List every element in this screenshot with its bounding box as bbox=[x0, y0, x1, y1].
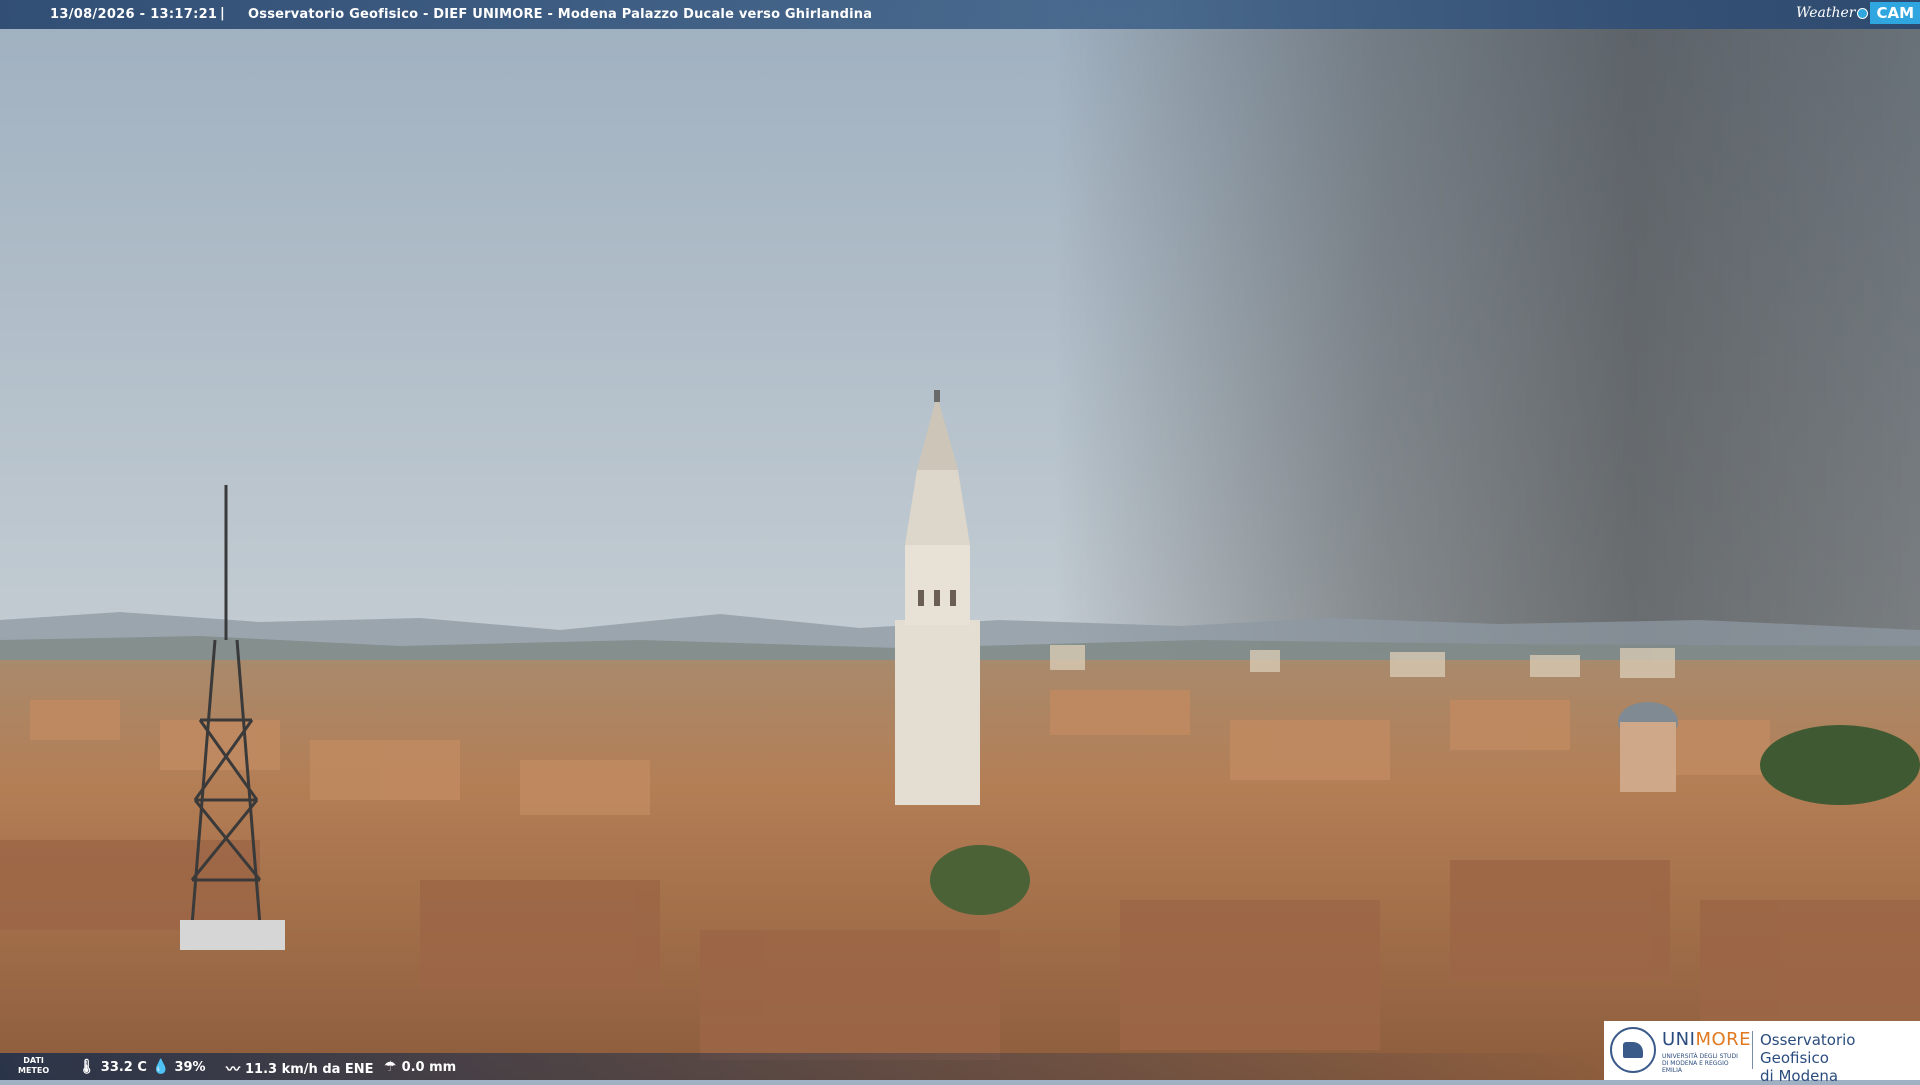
weather-data-bar: DATI METEO 🌡 33.2 C 💧 39% 〰 11.3 km/h da… bbox=[0, 1053, 1605, 1080]
humidity-value: 39% bbox=[174, 1059, 206, 1075]
droplet-icon: 💧 bbox=[152, 1059, 170, 1075]
unimore-brand: UNIMORE bbox=[1662, 1029, 1751, 1050]
dati-meteo-label: DATI METEO bbox=[18, 1056, 49, 1076]
camera-title: Osservatorio Geofisico - DIEF UNIMORE - … bbox=[248, 7, 873, 22]
observatory-name: Osservatorio Geofisico di Modena bbox=[1760, 1031, 1920, 1085]
weathercam-logo-weather: Weather bbox=[1795, 5, 1856, 21]
temperature-value: 33.2 C bbox=[100, 1059, 147, 1075]
weathercam-logo: Weather CAM bbox=[1796, 0, 1920, 26]
wind-icon: 〰 bbox=[226, 1062, 240, 1078]
thermometer-icon: 🌡 bbox=[78, 1059, 96, 1075]
humidity-readout: 💧 39% bbox=[152, 1059, 206, 1075]
weathercam-logo-dot bbox=[1857, 7, 1869, 19]
unimore-brand-subtitle: UNIVERSITÀ DEGLI STUDI DI MODENA E REGGI… bbox=[1662, 1053, 1738, 1074]
rain-readout: ☂ 0.0 mm bbox=[384, 1059, 456, 1075]
webcam-image bbox=[0, 0, 1920, 1080]
wind-readout: 〰 11.3 km/h da ENE bbox=[226, 1059, 374, 1079]
timestamp: 13/08/2026 - 13:17:21 bbox=[50, 7, 218, 22]
brand-uni: UNI bbox=[1662, 1029, 1696, 1050]
wind-value: 11.3 km/h da ENE bbox=[245, 1061, 374, 1077]
observatory-line-2: di Modena bbox=[1760, 1067, 1839, 1085]
header-separator: | bbox=[220, 6, 225, 21]
header-bar: 13/08/2026 - 13:17:21 | Osservatorio Geo… bbox=[0, 0, 1920, 29]
brand-more: MORE bbox=[1695, 1029, 1752, 1050]
unimore-logo-box: UNIMORE UNIVERSITÀ DEGLI STUDI DI MODENA… bbox=[1604, 1021, 1920, 1085]
weathercam-logo-cam: CAM bbox=[1870, 2, 1920, 24]
rain-gauge-icon: ☂ bbox=[384, 1059, 397, 1075]
observatory-line-1: Osservatorio Geofisico bbox=[1760, 1031, 1856, 1067]
meteo-label: METEO bbox=[18, 1066, 50, 1075]
rain-value: 0.0 mm bbox=[401, 1059, 457, 1075]
university-seal-icon bbox=[1610, 1027, 1656, 1073]
dati-label: DATI bbox=[23, 1056, 44, 1065]
logo-divider bbox=[1752, 1031, 1753, 1069]
temperature-readout: 🌡 33.2 C bbox=[78, 1059, 147, 1075]
